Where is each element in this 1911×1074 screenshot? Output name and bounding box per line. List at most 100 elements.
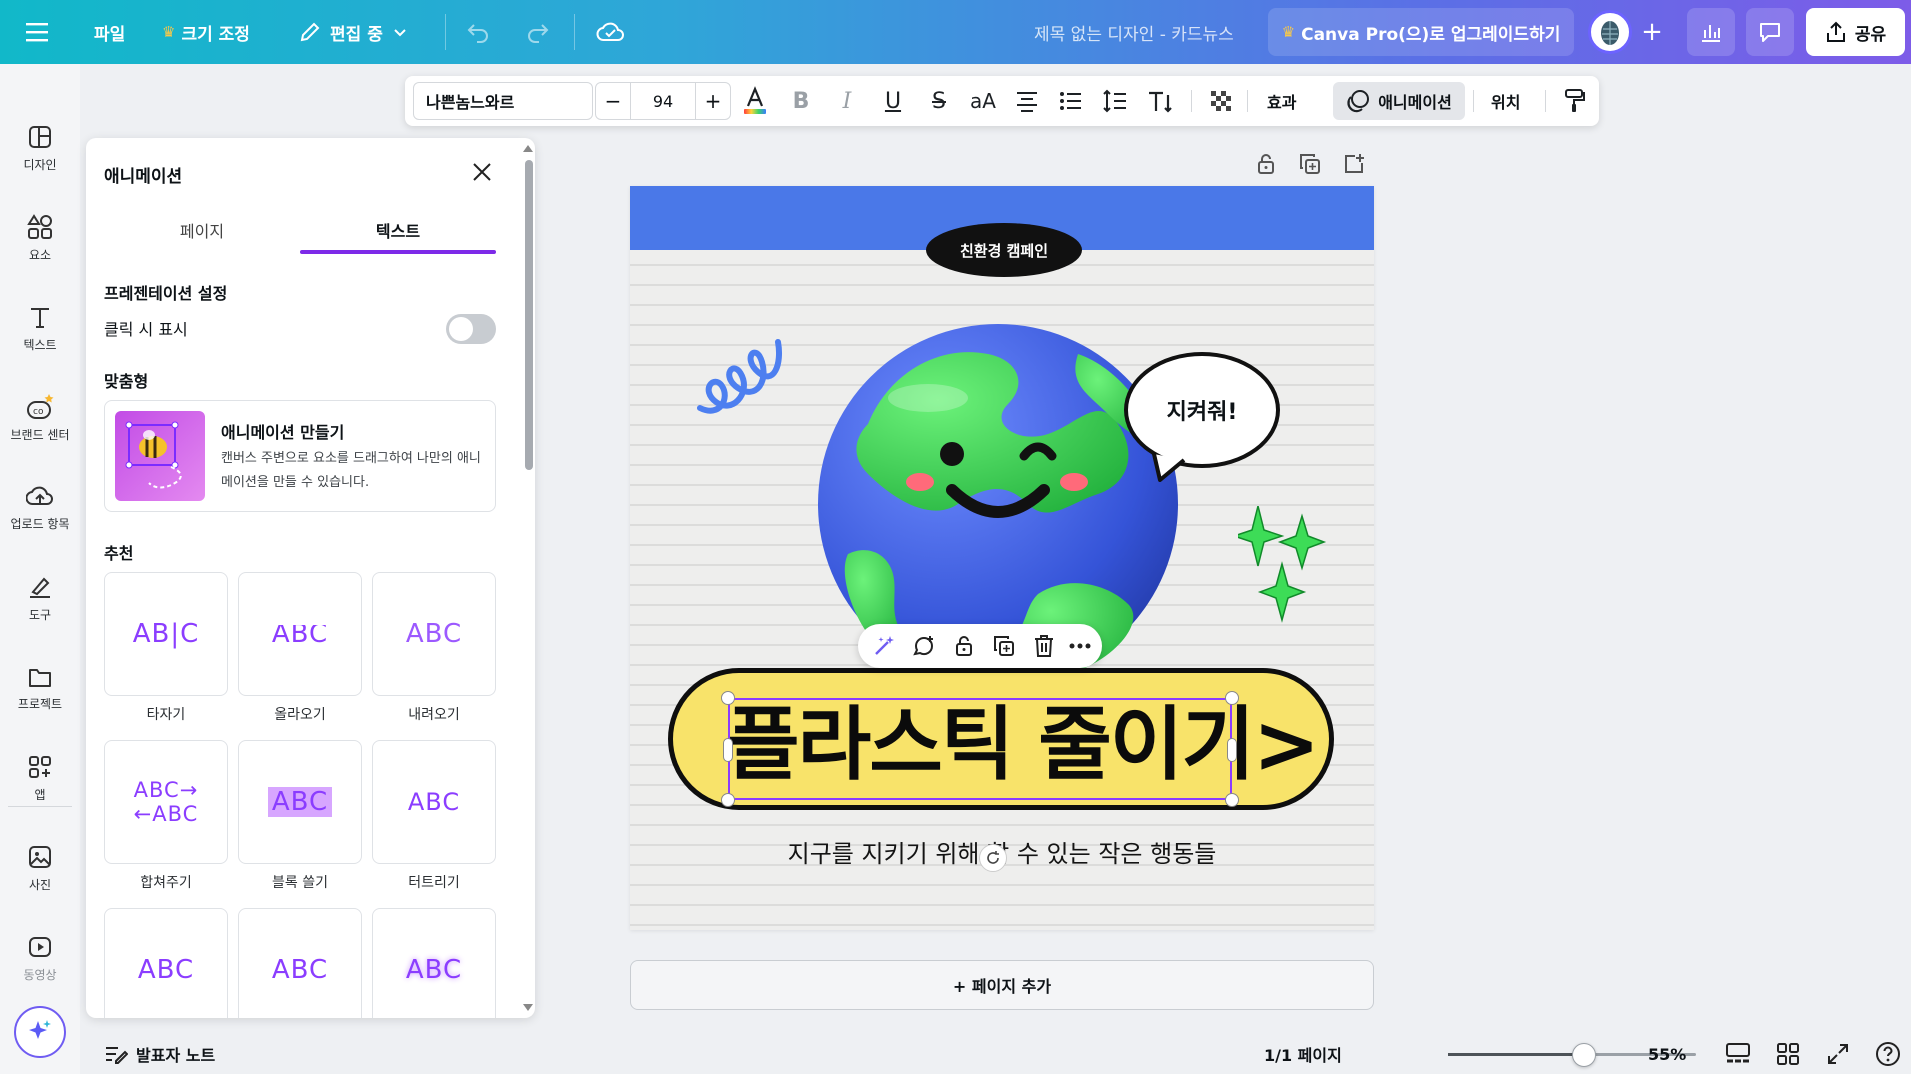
- resize-handle[interactable]: [1225, 793, 1239, 807]
- list-button[interactable]: [1051, 81, 1091, 121]
- presenter-notes-button[interactable]: 발표자 노트: [104, 1034, 215, 1074]
- add-page-top-button[interactable]: [1338, 148, 1370, 180]
- anim-drop-tile[interactable]: ABC: [372, 572, 496, 696]
- spacing-button[interactable]: [1095, 81, 1135, 121]
- lock-page-button[interactable]: [1250, 148, 1282, 180]
- rotate-handle[interactable]: [979, 844, 1007, 872]
- transparency-button[interactable]: [1201, 81, 1241, 121]
- zoom-level[interactable]: 55%: [1648, 1034, 1686, 1074]
- create-animation-heading: 애니메이션 만들기: [221, 423, 345, 442]
- anim-tile[interactable]: ABC: [104, 908, 228, 1018]
- font-size-input[interactable]: 94: [630, 83, 696, 119]
- zoom-slider-knob[interactable]: [1572, 1043, 1596, 1067]
- rail-item-elements[interactable]: 요소: [0, 198, 80, 278]
- panel-scrollbar[interactable]: [521, 138, 535, 1018]
- page-indicator[interactable]: 1/1 페이지: [1264, 1034, 1342, 1074]
- resize-handle[interactable]: [1225, 691, 1239, 705]
- anim-pop-tile[interactable]: ABC: [372, 740, 496, 864]
- editing-mode-button[interactable]: 편집 중: [298, 0, 409, 64]
- rail-item-projects[interactable]: 프로젝트: [0, 648, 80, 728]
- magic-edit-button[interactable]: [868, 630, 900, 662]
- sparkle-decoration-icon[interactable]: [1238, 506, 1338, 636]
- file-menu[interactable]: 파일: [94, 0, 125, 64]
- swirl-doodle-icon[interactable]: [694, 318, 804, 428]
- magic-assistant-button[interactable]: [14, 1006, 66, 1058]
- tab-page[interactable]: 페이지: [104, 208, 300, 252]
- close-panel-button[interactable]: [466, 156, 498, 188]
- anim-rise-tile[interactable]: ABC: [238, 572, 362, 696]
- design-page[interactable]: 친환경 캠페인 지켜줘! 플라스틱 줄이기> 지구를 지키기 위해 수 있는 작…: [630, 186, 1374, 930]
- rail-item-videos[interactable]: 동영상: [0, 918, 80, 998]
- photo-icon: [29, 845, 51, 868]
- rail-item-brand[interactable]: co 브랜드 센터: [0, 378, 80, 458]
- fullscreen-button[interactable]: [1822, 1038, 1854, 1070]
- comments-button[interactable]: [1746, 8, 1794, 56]
- animation-button[interactable]: 애니메이션: [1333, 82, 1465, 120]
- upgrade-button[interactable]: ♛ Canva Pro(으)로 업그레이드하기: [1268, 8, 1574, 56]
- create-animation-card[interactable]: 애니메이션 만들기 캔버스 주변으로 요소를 드래그하여 나만의 애니메이션을 …: [104, 400, 496, 512]
- effects-button[interactable]: 효과: [1267, 81, 1296, 121]
- strikethrough-icon: S: [932, 88, 946, 114]
- avatar[interactable]: [1588, 10, 1632, 54]
- menu-button[interactable]: [26, 0, 52, 64]
- side-handle[interactable]: [723, 738, 733, 762]
- grid-icon: [1777, 1043, 1799, 1065]
- anim-preview: ABC: [405, 955, 463, 985]
- save-status-button[interactable]: [596, 0, 626, 64]
- rail-item-photos[interactable]: 사진: [0, 828, 80, 908]
- page-view-button[interactable]: [1722, 1038, 1754, 1070]
- italic-button[interactable]: I: [827, 81, 867, 121]
- invite-button[interactable]: +: [1634, 14, 1670, 50]
- grid-view-button[interactable]: [1772, 1038, 1804, 1070]
- underline-button[interactable]: U: [873, 81, 913, 121]
- increase-size-button[interactable]: +: [696, 83, 730, 119]
- lock-element-button[interactable]: [948, 630, 980, 662]
- anim-merge-tile[interactable]: ABC→ ←ABC: [104, 740, 228, 864]
- letter-case-icon: aA: [970, 89, 996, 113]
- rail-item-tools[interactable]: 도구: [0, 558, 80, 638]
- redo-button[interactable]: [524, 0, 550, 64]
- scroll-thumb[interactable]: [525, 160, 533, 470]
- duplicate-element-button[interactable]: [988, 630, 1020, 662]
- rail-item-uploads[interactable]: 업로드 항목: [0, 468, 80, 548]
- share-button[interactable]: 공유: [1806, 8, 1905, 56]
- align-button[interactable]: [1007, 81, 1047, 121]
- anim-preview: ABC: [137, 955, 195, 985]
- tab-text[interactable]: 텍스트: [300, 208, 496, 252]
- insights-button[interactable]: [1687, 8, 1735, 56]
- strikethrough-button[interactable]: S: [919, 81, 959, 121]
- add-page-button[interactable]: + 페이지 추가: [630, 960, 1374, 1010]
- letter-case-button[interactable]: aA: [963, 81, 1003, 121]
- font-family-select[interactable]: 나쁜놈느와르: [413, 82, 593, 120]
- rail-item-text[interactable]: 텍스트: [0, 288, 80, 368]
- resize-handle[interactable]: [721, 691, 735, 705]
- anim-tile[interactable]: ABC: [238, 908, 362, 1018]
- text-color-button[interactable]: [735, 81, 775, 121]
- position-button[interactable]: 위치: [1491, 81, 1520, 121]
- anim-typewriter-tile[interactable]: AB|C: [104, 572, 228, 696]
- rail-item-design[interactable]: 디자인: [0, 108, 80, 188]
- duplicate-page-button[interactable]: [1294, 148, 1326, 180]
- add-page-label: + 페이지 추가: [952, 977, 1052, 996]
- duplicate-icon: [994, 636, 1014, 656]
- help-button[interactable]: [1872, 1038, 1904, 1070]
- rail-label: 업로드 항목: [10, 516, 70, 531]
- resize-handle[interactable]: [721, 793, 735, 807]
- delete-element-button[interactable]: [1028, 630, 1060, 662]
- recommended-title: 추천: [104, 544, 134, 563]
- comment-element-button[interactable]: [908, 630, 940, 662]
- anim-tile[interactable]: ABC: [372, 908, 496, 1018]
- undo-button[interactable]: [466, 0, 492, 64]
- document-title[interactable]: 제목 없는 디자인 - 카드뉴스: [1034, 0, 1234, 64]
- decrease-size-button[interactable]: −: [596, 83, 630, 119]
- anim-block-wipe-tile[interactable]: ABC: [238, 740, 362, 864]
- campaign-badge[interactable]: 친환경 캠페인: [926, 223, 1082, 277]
- side-handle[interactable]: [1227, 738, 1237, 762]
- copy-style-button[interactable]: [1555, 81, 1595, 121]
- more-options-button[interactable]: [1064, 630, 1096, 662]
- speech-bubble[interactable]: 지켜줘!: [1124, 352, 1280, 468]
- vertical-text-button[interactable]: [1141, 81, 1181, 121]
- bold-button[interactable]: B: [781, 81, 821, 121]
- resize-button[interactable]: ♛ 크기 조정: [162, 0, 250, 64]
- show-on-click-toggle[interactable]: [446, 314, 496, 344]
